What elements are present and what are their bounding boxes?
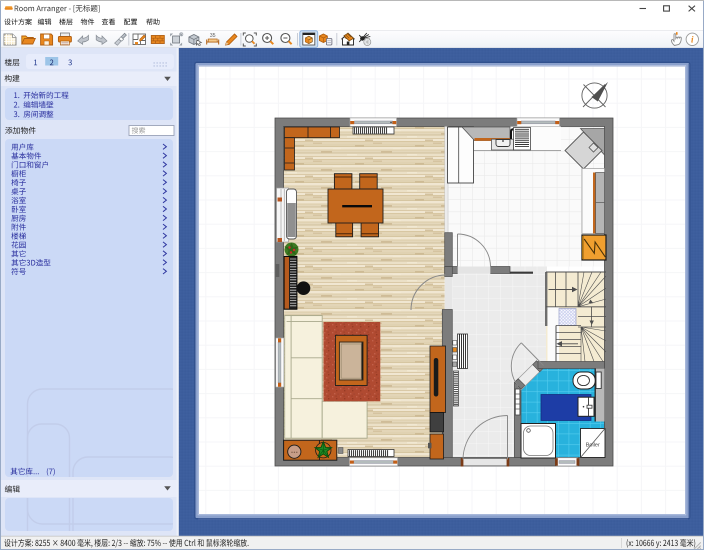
svg-text:35: 35 [210, 33, 216, 39]
svg-text:Boiler: Boiler [586, 443, 600, 449]
